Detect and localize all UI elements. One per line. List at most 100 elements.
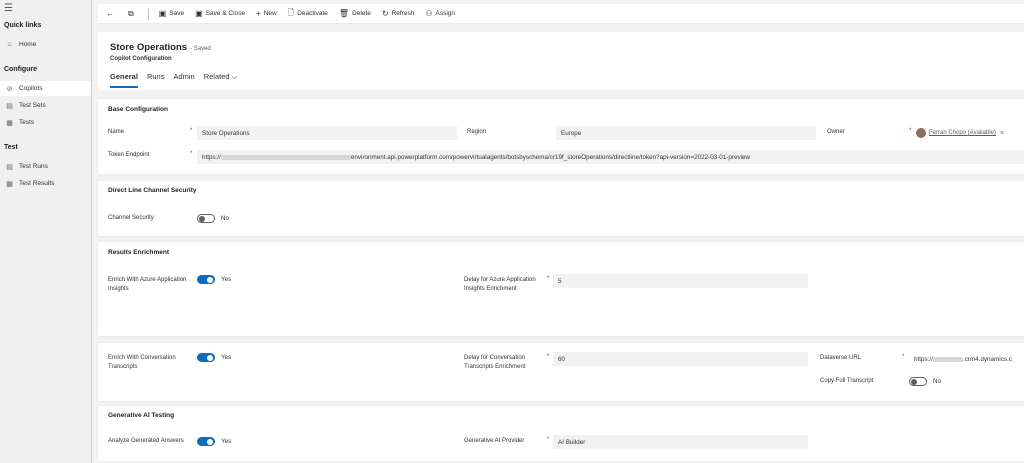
redacted-text <box>220 154 351 160</box>
deactivate-button[interactable]: 🗋 Deactivate <box>288 7 328 21</box>
page-title: Store Operations <box>110 42 188 53</box>
delay-value: 5 <box>558 277 562 285</box>
delay-app-insights-field[interactable]: 5 <box>553 274 808 288</box>
save-icon: ▣ <box>158 9 167 18</box>
dataverse-url-label: Dataverse URL <box>820 355 862 361</box>
section-title: Direct Line Channel Security <box>108 187 197 194</box>
back-arrow-icon: ← <box>106 9 114 18</box>
toolbar-divider <box>147 7 149 20</box>
assign-label: Assign <box>435 10 456 17</box>
name-label: Name <box>108 129 125 135</box>
delay-transcripts-label: Delay for Conversation Transcripts Enric… <box>464 355 526 370</box>
name-value: Store Operations <box>202 129 250 137</box>
sidebar-item-test-results[interactable]: ▦ Test Results <box>0 176 91 191</box>
deactivate-icon: 🗋 <box>287 7 295 17</box>
sidebar-item-label: Test Results <box>19 180 55 187</box>
enrich-transcripts-label: Enrich With Conversation Transcripts <box>108 355 176 370</box>
save-close-icon: ▣ <box>195 9 203 18</box>
delay-transcripts-field[interactable]: 60 <box>553 352 808 366</box>
sidebar-item-copilots[interactable]: ⊘ Copilots <box>0 81 91 96</box>
conversation-transcripts-section: Enrich With Conversation Transcripts Yes… <box>98 343 1024 401</box>
sidebar-item-test-sets[interactable]: ▤ Test Sets <box>0 98 91 113</box>
delete-button[interactable]: 🗑 Delete <box>339 9 371 18</box>
token-endpoint-label: Token Endpoint <box>108 152 150 158</box>
plus-icon: + <box>256 9 261 18</box>
record-header: Store Operations - Saved Copilot Configu… <box>98 32 1024 90</box>
test-sets-icon: ▤ <box>6 102 13 110</box>
toggle-switch[interactable] <box>197 275 215 284</box>
refresh-label: Refresh <box>391 10 415 17</box>
toggle-switch[interactable] <box>197 214 215 223</box>
owner-lookup[interactable]: Ferran Chopo (Available) × <box>916 128 1004 138</box>
results-enrichment-section: Results Enrichment Enrich With Azure App… <box>98 242 1024 336</box>
direct-line-section: Direct Line Channel Security Channel Sec… <box>98 181 1024 236</box>
name-field[interactable]: Store Operations <box>197 126 457 140</box>
save-close-button[interactable]: ▣ Save & Close <box>195 9 245 18</box>
sidebar-item-test-runs[interactable]: ▤ Test Runs <box>0 159 91 174</box>
new-button[interactable]: + New <box>256 9 277 18</box>
tab-general[interactable]: General <box>110 72 138 88</box>
required-marker: * <box>190 151 193 157</box>
configure-heading: Configure <box>4 66 38 73</box>
home-icon: ⌂ <box>7 41 12 48</box>
token-suffix: environment.api.powerplatform.com/powerv… <box>350 153 751 161</box>
sidebar-item-home[interactable]: ⌂ Home <box>0 37 91 52</box>
refresh-button[interactable]: ↻ Refresh <box>382 9 414 18</box>
toggle-value: Yes <box>221 354 232 361</box>
hamburger-icon[interactable]: ☰ <box>4 3 13 14</box>
section-title: Results Enrichment <box>108 249 170 256</box>
sidebar-item-tests[interactable]: ▦ Tests <box>0 115 91 130</box>
channel-security-toggle[interactable]: No <box>197 214 229 223</box>
open-new-window-button[interactable]: ⧉ <box>128 9 137 19</box>
toggle-switch[interactable] <box>197 353 215 362</box>
enrich-transcripts-toggle[interactable]: Yes <box>197 353 231 362</box>
required-marker: * <box>547 437 550 443</box>
tab-related[interactable]: Related ⌵ <box>204 72 238 86</box>
enrich-app-insights-toggle[interactable]: Yes <box>197 275 231 284</box>
base-configuration-section: Base Configuration Name * Store Operatio… <box>98 99 1024 174</box>
owner-label: Owner <box>827 129 845 135</box>
analyze-answers-label: Analyze Generated Answers <box>108 438 184 444</box>
region-value: Europe <box>561 129 582 137</box>
tab-admin[interactable]: Admin <box>173 72 194 86</box>
save-label: Save <box>169 10 185 17</box>
close-icon[interactable]: × <box>1000 130 1004 137</box>
entity-name: Copilot Configuration <box>110 56 172 62</box>
redacted-text <box>932 356 963 362</box>
toggle-value: Yes <box>221 276 232 283</box>
toggle-value: No <box>933 378 942 385</box>
token-endpoint-field[interactable]: https:// environment.api.powerplatform.c… <box>197 150 1024 164</box>
owner-link[interactable]: Ferran Chopo (Available) <box>929 130 996 136</box>
required-marker: * <box>547 354 550 360</box>
toggle-switch[interactable] <box>197 437 215 446</box>
ai-provider-label: Generative AI Provider <box>464 438 525 444</box>
toggle-switch[interactable] <box>909 377 927 386</box>
dataverse-suffix: .crm4.dynamics.c <box>962 355 1012 363</box>
channel-security-label: Channel Security <box>108 215 154 221</box>
tab-related-label: Related <box>203 72 230 81</box>
sidebar: ☰ Quick links ⌂ Home Configure ⊘ Copilot… <box>0 0 92 463</box>
generative-ai-section: Generative AI Testing Analyze Generated … <box>98 406 1024 461</box>
chevron-down-icon: ⌵ <box>231 72 238 81</box>
save-status: - Saved <box>190 46 211 52</box>
region-label: Region <box>467 129 487 135</box>
test-results-icon: ▦ <box>6 180 13 188</box>
save-button[interactable]: ▣ Save <box>159 9 184 18</box>
save-close-label: Save & Close <box>205 10 246 17</box>
assign-button[interactable]: ⚇ Assign <box>425 9 455 18</box>
ai-provider-field[interactable]: AI Builder <box>553 435 808 449</box>
delay-app-insights-label: Delay for Azure Application Insights Enr… <box>464 277 536 292</box>
region-field[interactable]: Europe <box>556 126 816 140</box>
tab-runs[interactable]: Runs <box>147 72 165 86</box>
dataverse-prefix: https:// <box>914 355 933 363</box>
section-title: Base Configuration <box>108 106 168 113</box>
back-button[interactable]: ← <box>106 9 117 18</box>
refresh-icon: ↻ <box>381 9 389 18</box>
sidebar-item-label: Copilots <box>19 85 43 92</box>
enrich-app-insights-label: Enrich With Azure Application Insights <box>108 277 187 292</box>
analyze-answers-toggle[interactable]: Yes <box>197 437 231 446</box>
required-marker: * <box>909 128 912 134</box>
dataverse-url-field[interactable]: https:// .crm4.dynamics.c <box>909 352 1024 366</box>
copy-full-transcript-toggle[interactable]: No <box>909 377 941 386</box>
delete-label: Delete <box>352 10 371 17</box>
